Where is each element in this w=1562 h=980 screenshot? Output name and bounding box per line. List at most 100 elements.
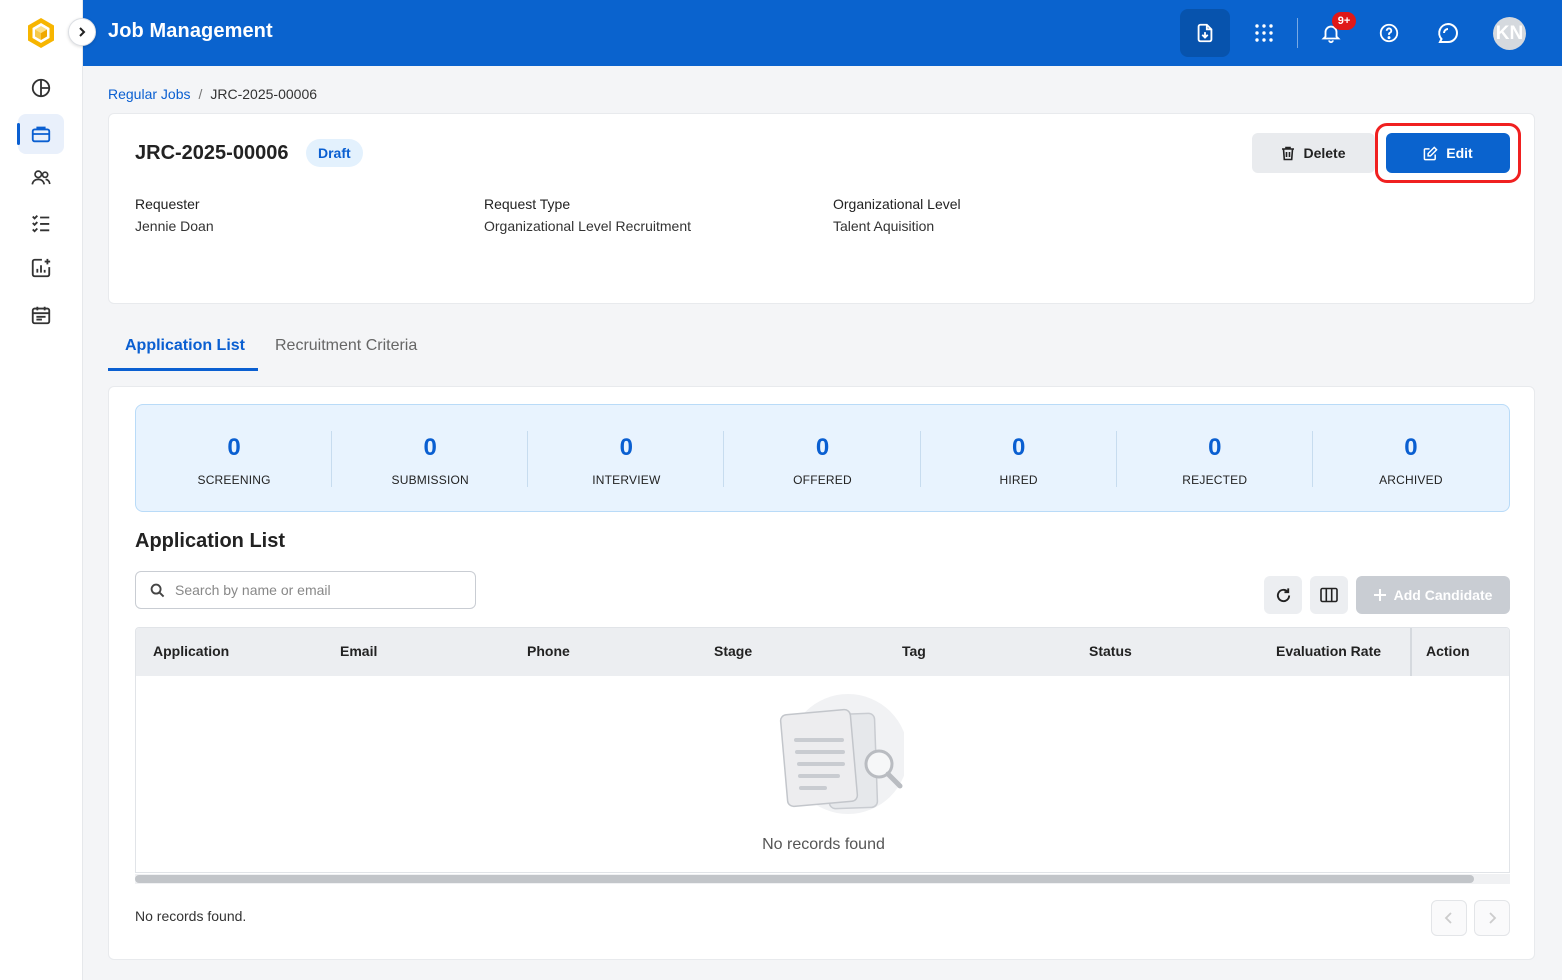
info-request-type: Request Type Organizational Level Recrui…	[484, 193, 691, 237]
breadcrumb-separator: /	[198, 86, 203, 102]
column-header-status[interactable]: Status	[1089, 643, 1132, 659]
help-icon	[1379, 23, 1399, 43]
next-page-button[interactable]	[1474, 900, 1510, 936]
stat-label: ARCHIVED	[1379, 473, 1443, 487]
refresh-icon	[1276, 587, 1290, 602]
edit-highlight: Edit	[1375, 123, 1521, 183]
stat-value: 0	[619, 434, 634, 461]
chevron-right-icon	[1489, 912, 1497, 924]
chevron-right-icon	[79, 27, 86, 37]
apps-button[interactable]	[1239, 9, 1289, 57]
job-summary-card: JRC-2025-00006 Draft Delete Edit Request…	[108, 113, 1535, 304]
users-icon	[31, 170, 51, 185]
sidebar-item-jobs[interactable]	[17, 114, 64, 154]
edit-button[interactable]: Edit	[1386, 133, 1510, 173]
info-label: Request Type	[484, 196, 571, 212]
header-divider	[1297, 18, 1298, 48]
column-header-application[interactable]: Application	[153, 643, 229, 659]
notifications-button[interactable]: 9+	[1306, 9, 1356, 57]
stat-offered[interactable]: 0 OFFERED	[724, 405, 921, 511]
edit-button-label: Edit	[1446, 145, 1473, 161]
report-add-icon	[31, 258, 51, 278]
stat-value: 0	[1208, 434, 1222, 461]
info-organizational-level: Organizational Level Talent Aquisition	[833, 193, 961, 237]
info-value: Talent Aquisition	[833, 218, 935, 234]
add-candidate-button[interactable]: Add Candidate	[1356, 576, 1510, 614]
tab-application-list[interactable]: Application List	[125, 337, 245, 355]
refresh-button[interactable]	[1264, 576, 1302, 614]
breadcrumb-regular-jobs[interactable]: Regular Jobs	[108, 86, 191, 102]
search-icon	[150, 583, 165, 597]
sidebar	[0, 0, 83, 980]
table-horizontal-scrollbar[interactable]	[135, 874, 1510, 884]
action-column-divider	[1410, 628, 1412, 676]
checklist-icon	[32, 215, 50, 233]
edit-icon	[1423, 145, 1438, 160]
sidebar-expand-button[interactable]	[68, 18, 96, 46]
pie-chart-icon	[31, 78, 51, 98]
stat-hired[interactable]: 0 HIRED	[921, 405, 1117, 511]
stat-value: 0	[227, 434, 241, 461]
pipeline-stats: 0 SCREENING 0 SUBMISSION 0 INTERVIEW 0 OFFER…	[135, 404, 1510, 512]
applications-table: Application Email Phone Stage Tag Status…	[135, 627, 1510, 873]
add-candidate-label: Add Candidate	[1393, 587, 1493, 603]
chat-button[interactable]	[1423, 9, 1473, 57]
stat-archived[interactable]: 0 ARCHIVED	[1313, 405, 1509, 511]
help-button[interactable]	[1364, 9, 1414, 57]
column-header-evaluation-rate[interactable]: Evaluation Rate	[1276, 643, 1381, 659]
info-value: Organizational Level Recruitment	[484, 218, 691, 234]
scrollbar-thumb[interactable]	[135, 875, 1474, 883]
info-requester: Requester Jennie Doan	[135, 193, 214, 237]
stat-value: 0	[1404, 434, 1418, 461]
search-input[interactable]	[175, 582, 455, 598]
empty-documents-icon	[779, 694, 904, 814]
stat-value: 0	[423, 434, 437, 461]
prev-page-button[interactable]	[1431, 900, 1467, 936]
stat-label: REJECTED	[1182, 473, 1248, 487]
tab-recruitment-criteria[interactable]: Recruitment Criteria	[275, 337, 417, 355]
breadcrumb-current: JRC-2025-00006	[210, 86, 318, 102]
calendar-icon	[31, 306, 51, 325]
section-title: Application List	[135, 530, 285, 552]
columns-button[interactable]	[1310, 576, 1348, 614]
sidebar-item-dashboard[interactable]	[18, 68, 64, 108]
column-header-tag[interactable]: Tag	[902, 643, 926, 659]
sidebar-item-reports[interactable]	[18, 248, 64, 288]
stat-submission[interactable]: 0 SUBMISSION	[332, 405, 529, 511]
briefcase-icon	[31, 126, 51, 143]
records-summary: No records found.	[135, 908, 247, 924]
sidebar-item-tasks[interactable]	[18, 203, 64, 243]
delete-button[interactable]: Delete	[1252, 133, 1375, 173]
chat-icon	[1438, 22, 1459, 43]
file-download-icon	[1197, 23, 1213, 43]
active-tab-indicator	[108, 368, 258, 371]
stat-interview[interactable]: 0 INTERVIEW	[528, 405, 725, 511]
stat-label: SCREENING	[197, 473, 271, 487]
column-header-email[interactable]: Email	[340, 643, 377, 659]
stat-rejected[interactable]: 0 REJECTED	[1117, 405, 1313, 511]
user-avatar[interactable]: KN	[1493, 17, 1526, 50]
app-logo-icon[interactable]	[24, 16, 58, 50]
trash-icon	[1282, 146, 1295, 160]
stat-value: 0	[1011, 434, 1026, 461]
top-header: Job Management 9+ KN	[83, 0, 1562, 66]
stat-label: INTERVIEW	[592, 473, 661, 487]
download-button[interactable]	[1180, 9, 1230, 57]
column-header-action: Action	[1426, 643, 1470, 659]
stat-value: 0	[815, 434, 830, 461]
column-header-stage[interactable]: Stage	[714, 643, 752, 659]
info-value: Jennie Doan	[135, 218, 214, 234]
sidebar-item-calendar[interactable]	[18, 295, 64, 335]
column-header-phone[interactable]: Phone	[527, 643, 570, 659]
stat-label: HIRED	[999, 473, 1038, 487]
sidebar-item-candidates[interactable]	[18, 158, 64, 198]
table-header: Application Email Phone Stage Tag Status…	[136, 628, 1509, 676]
notification-badge: 9+	[1332, 12, 1356, 30]
page-title: Job Management	[108, 20, 273, 42]
stat-screening[interactable]: 0 SCREENING	[136, 405, 333, 511]
breadcrumb: Regular Jobs / JRC-2025-00006	[108, 86, 317, 102]
stat-label: OFFERED	[793, 473, 852, 487]
columns-icon	[1320, 587, 1338, 603]
stat-label: SUBMISSION	[391, 473, 469, 487]
search-box	[135, 571, 476, 609]
